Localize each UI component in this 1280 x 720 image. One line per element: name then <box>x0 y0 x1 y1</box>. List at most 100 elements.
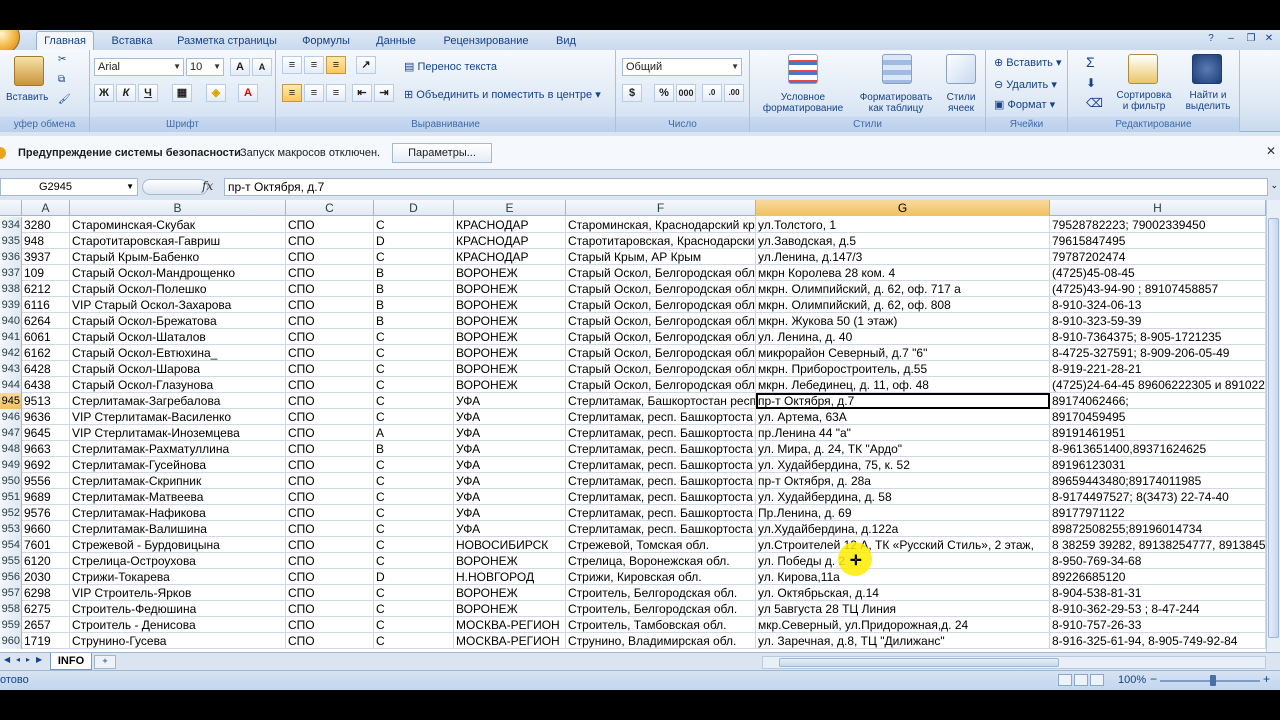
cell-e[interactable]: ВОРОНЕЖ <box>454 313 566 329</box>
cell-e[interactable]: ВОРОНЕЖ <box>454 377 566 393</box>
cell-c[interactable]: СПО <box>286 345 374 361</box>
cell-b[interactable]: Строитель-Федюшина <box>70 601 286 617</box>
fill-color-icon[interactable]: ◈ <box>206 84 226 102</box>
tab-review[interactable]: Рецензирование <box>436 32 536 50</box>
cell-a[interactable]: 9689 <box>22 489 70 505</box>
vertical-scrollbar[interactable] <box>1266 200 1280 652</box>
format-painter-icon[interactable]: 🖌 <box>58 94 71 105</box>
restore-icon[interactable]: ❐ <box>1244 32 1258 46</box>
cell-f[interactable]: Строитель, Тамбовская обл. <box>566 617 756 633</box>
insert-function-icon[interactable]: fx <box>202 179 213 193</box>
cell-e[interactable]: НОВОСИБИРСК <box>454 537 566 553</box>
cell-e[interactable]: УФА <box>454 473 566 489</box>
prev-sheet-icon[interactable]: ◂ <box>16 655 20 664</box>
cell-e[interactable]: УФА <box>454 457 566 473</box>
cell-h[interactable]: (4725)45-08-45 <box>1050 265 1266 281</box>
cell-a[interactable]: 3937 <box>22 249 70 265</box>
vertical-scroll-thumb[interactable] <box>1268 218 1279 638</box>
cut-icon[interactable]: ✂ <box>58 54 66 65</box>
font-color-icon[interactable]: A <box>238 84 258 102</box>
cell-d[interactable]: С <box>374 329 454 345</box>
cell-e[interactable]: УФА <box>454 505 566 521</box>
tab-page-layout[interactable]: Разметка страницы <box>170 32 284 50</box>
row-header[interactable]: 960 <box>0 633 22 649</box>
cell-d[interactable]: С <box>374 585 454 601</box>
cell-e[interactable]: КРАСНОДАР <box>454 249 566 265</box>
cell-g[interactable]: мкрн. Лебединец, д. 11, оф. 48 <box>756 377 1050 393</box>
row-header[interactable]: 936 <box>0 249 22 265</box>
first-sheet-icon[interactable]: ◀ <box>4 655 10 664</box>
row-header[interactable]: 944 <box>0 377 22 393</box>
font-name-combo[interactable]: Arial ▼ <box>94 58 184 76</box>
font-size-combo[interactable]: 10 ▼ <box>186 58 224 76</box>
cell-h[interactable]: 8-950-769-34-68 <box>1050 553 1266 569</box>
cell-g[interactable]: ул.Заводская, д.5 <box>756 233 1050 249</box>
tab-home[interactable]: Главная <box>36 31 94 51</box>
cell-b[interactable]: Старый Оскол-Шаталов <box>70 329 286 345</box>
row-header[interactable]: 953 <box>0 521 22 537</box>
align-bottom-icon[interactable]: ≡ <box>326 56 346 74</box>
cell-f[interactable]: Старый Оскол, Белгородская обл <box>566 297 756 313</box>
cell-a[interactable]: 6120 <box>22 553 70 569</box>
align-middle-icon[interactable]: ≡ <box>304 56 324 74</box>
select-all-corner[interactable] <box>0 200 22 216</box>
cell-a[interactable]: 6428 <box>22 361 70 377</box>
increase-decimal-icon[interactable]: .0 <box>702 84 722 102</box>
cell-e[interactable]: ВОРОНЕЖ <box>454 553 566 569</box>
cell-d[interactable]: С <box>374 473 454 489</box>
row-header[interactable]: 941 <box>0 329 22 345</box>
cell-d[interactable]: С <box>374 361 454 377</box>
cell-d[interactable]: С <box>374 521 454 537</box>
row-header[interactable]: 956 <box>0 569 22 585</box>
cell-g[interactable]: пр.Ленина 44 "а" <box>756 425 1050 441</box>
cell-d[interactable]: А <box>374 425 454 441</box>
cell-b[interactable]: Старый Оскол-Евтюхина_ <box>70 345 286 361</box>
row-header[interactable]: 935 <box>0 233 22 249</box>
binoculars-icon[interactable] <box>1192 54 1222 84</box>
paste-icon[interactable] <box>14 56 44 86</box>
cell-a[interactable]: 9663 <box>22 441 70 457</box>
percent-button[interactable]: % <box>654 84 674 102</box>
cell-d[interactable]: С <box>374 537 454 553</box>
cell-g[interactable]: Пр.Ленина, д. 69 <box>756 505 1050 521</box>
cell-g[interactable]: ул.Худайбердина, д.122а <box>756 521 1050 537</box>
cell-f[interactable]: Старый Оскол, Белгородская обл <box>566 281 756 297</box>
cell-g[interactable]: ул.Толстого, 1 <box>756 217 1050 233</box>
cell-g[interactable]: пр-т Октября, д. 28а <box>756 473 1050 489</box>
row-header[interactable]: 950 <box>0 473 22 489</box>
format-table-button[interactable]: Форматировать как таблицу <box>856 92 936 114</box>
cell-d[interactable]: С <box>374 601 454 617</box>
cell-h[interactable]: 8-4725-327591; 8-909-206-05-49 <box>1050 345 1266 361</box>
row-header[interactable]: 948 <box>0 441 22 457</box>
insert-sheet-icon[interactable]: ✦ <box>94 655 116 669</box>
cell-a[interactable]: 9576 <box>22 505 70 521</box>
cell-f[interactable]: Староминская, Краснодарский кр <box>566 217 756 233</box>
align-top-icon[interactable]: ≡ <box>282 56 302 74</box>
cell-a[interactable]: 1719 <box>22 633 70 649</box>
cell-h[interactable]: 8 38259 39282, 89138254777, 8913845 <box>1050 537 1266 553</box>
cell-b[interactable]: Старый Крым-Бабенко <box>70 249 286 265</box>
cell-f[interactable]: Стерлитамак, респ. Башкортоста <box>566 441 756 457</box>
cell-d[interactable]: С <box>374 489 454 505</box>
cell-d[interactable]: С <box>374 409 454 425</box>
cell-f[interactable]: Стрелица, Воронежская обл. <box>566 553 756 569</box>
column-header-d[interactable]: D <box>374 200 454 216</box>
decrease-indent-icon[interactable]: ⇤ <box>352 84 372 102</box>
normal-view-icon[interactable] <box>1058 674 1072 686</box>
conditional-format-icon[interactable] <box>788 54 818 84</box>
cell-c[interactable]: СПО <box>286 441 374 457</box>
cell-h[interactable]: 89659443480;89174011985 <box>1050 473 1266 489</box>
cell-f[interactable]: Старый Крым, АР Крым <box>566 249 756 265</box>
merge-center-button[interactable]: ⊞ Объединить и поместить в центре ▾ <box>404 88 601 101</box>
cell-c[interactable]: СПО <box>286 569 374 585</box>
cell-c[interactable]: СПО <box>286 553 374 569</box>
cell-d[interactable]: В <box>374 297 454 313</box>
cell-b[interactable]: Стерлитамак-Гусейнова <box>70 457 286 473</box>
cell-d[interactable]: С <box>374 617 454 633</box>
cell-a[interactable]: 6162 <box>22 345 70 361</box>
page-layout-view-icon[interactable] <box>1074 674 1088 686</box>
close-icon[interactable]: ✕ <box>1266 144 1276 158</box>
cell-h[interactable]: 8-919-221-28-21 <box>1050 361 1266 377</box>
cell-c[interactable]: СПО <box>286 313 374 329</box>
cell-g[interactable]: мкрн. Жукова 50 (1 этаж) <box>756 313 1050 329</box>
